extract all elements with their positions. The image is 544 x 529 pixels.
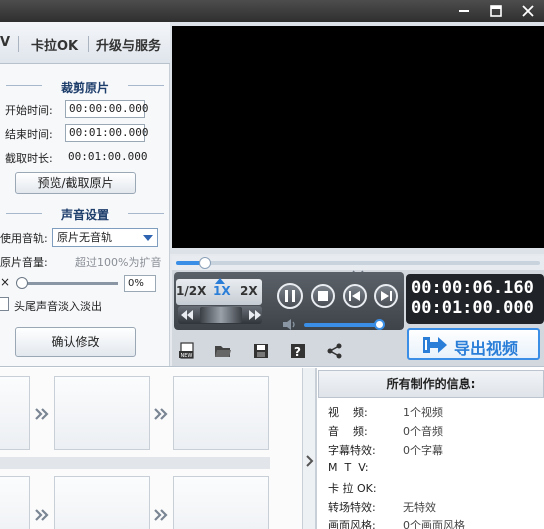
info-label-video: 视 频: <box>328 406 368 419</box>
chevron-right-icon <box>35 408 49 420</box>
save-icon[interactable] <box>252 342 270 360</box>
rewind-icon[interactable] <box>181 310 193 320</box>
seek-track[interactable] <box>176 261 540 265</box>
stop-button[interactable] <box>311 284 335 308</box>
total-time: 00:01:00.000 <box>411 298 534 318</box>
volume-percent-input[interactable]: 0% <box>124 275 156 292</box>
volume-prefix: × <box>0 275 11 289</box>
clip-slot[interactable] <box>173 476 269 529</box>
chevron-right-icon <box>154 408 168 420</box>
player-volume-slider[interactable] <box>304 323 382 327</box>
trim-section-title: 裁剪原片 <box>60 81 109 95</box>
speed-half[interactable]: 1/2X <box>176 284 206 298</box>
seek-handle[interactable] <box>199 257 211 269</box>
divider <box>128 213 164 214</box>
clip-strip <box>0 368 302 529</box>
info-title: 所有制作的信息: <box>318 370 544 398</box>
stop-icon <box>318 291 328 301</box>
start-time-input[interactable]: 00:00:00.000 <box>65 100 148 118</box>
jog-dial[interactable] <box>200 307 242 323</box>
fade-checkbox[interactable] <box>0 297 9 311</box>
clip-slot[interactable] <box>0 476 30 529</box>
share-icon[interactable] <box>326 342 344 360</box>
svg-text:NEW: NEW <box>181 353 193 359</box>
preview-trim-button[interactable]: 预览/截取原片 <box>15 172 136 194</box>
chevron-down-icon <box>143 235 153 241</box>
previous-frame-button[interactable] <box>343 284 367 308</box>
edit-panel: 裁剪原片 开始时间: 00:00:00.000 结束时间: 00:01:00.0… <box>0 64 170 366</box>
speed-double[interactable]: 2X <box>240 284 258 298</box>
player-volume-handle[interactable] <box>374 319 385 330</box>
speed-indicator-icon <box>215 278 225 284</box>
tab-upgrade-service[interactable]: 升级与服务 <box>96 35 161 54</box>
chevron-right-icon[interactable] <box>305 454 314 468</box>
tab-bar: V 卡拉OK 升级与服务 <box>0 22 170 64</box>
minimize-icon[interactable] <box>449 0 479 22</box>
new-icon[interactable]: NEW <box>178 342 196 360</box>
export-icon <box>423 337 447 353</box>
audio-track-select[interactable]: 原片无音轨 <box>52 228 158 247</box>
clip-slot[interactable] <box>54 376 150 450</box>
fast-forward-icon[interactable] <box>249 310 261 320</box>
clip-slot[interactable] <box>0 376 30 450</box>
volume-slider-handle[interactable] <box>16 277 28 289</box>
next-frame-icon <box>381 291 392 301</box>
end-time-input[interactable]: 00:01:00.000 <box>65 124 148 142</box>
info-label-mtv: M T V: <box>328 461 369 474</box>
current-time: 00:00:06.160 <box>411 278 534 298</box>
pause-icon <box>285 290 295 302</box>
title-bar <box>0 0 544 22</box>
audio-track-value: 原片无音轨 <box>57 231 112 244</box>
export-video-button[interactable]: 导出视频 <box>407 328 540 360</box>
tab-mtv[interactable]: V <box>0 35 10 50</box>
audio-track-label: 使用音轨: <box>0 232 48 245</box>
clip-slot[interactable] <box>54 476 150 529</box>
track-divider <box>0 457 270 469</box>
close-icon[interactable] <box>513 0 543 22</box>
volume-label: 原片音量: <box>0 256 48 269</box>
tab-karaoke[interactable]: 卡拉OK <box>31 35 78 54</box>
tab-divider <box>88 36 89 52</box>
speaker-icon[interactable] <box>282 318 298 331</box>
previous-frame-icon <box>349 291 360 301</box>
info-label-audio: 音 频: <box>328 425 368 438</box>
panel-splitter[interactable] <box>302 368 316 529</box>
end-time-label: 结束时间: <box>5 128 53 141</box>
start-time-label: 开始时间: <box>5 104 53 117</box>
info-value-video: 1个视频 <box>403 406 443 419</box>
divider <box>128 85 164 86</box>
tab-divider <box>18 36 19 52</box>
chevron-right-icon <box>154 509 168 521</box>
info-label-subtitle: 字幕特效: <box>328 444 376 457</box>
next-frame-button[interactable] <box>374 284 398 308</box>
duration-label: 截取时长: <box>5 152 53 165</box>
open-folder-icon[interactable] <box>214 342 232 360</box>
video-preview[interactable] <box>172 26 544 248</box>
speed-normal[interactable]: 1X <box>213 284 231 298</box>
pause-button[interactable] <box>277 283 303 309</box>
chevron-right-icon <box>35 509 49 521</box>
info-label-transition: 转场特效: <box>328 501 376 514</box>
app-window: V 卡拉OK 升级与服务 裁剪原片 开始时间: 00:00:00.000 结束时… <box>0 0 544 529</box>
info-label-style: 画面风格: <box>328 519 376 529</box>
volume-slider-track[interactable] <box>18 282 118 285</box>
info-value-transition: 无特效 <box>403 501 436 514</box>
duration-value: 00:01:00.000 <box>68 150 148 163</box>
info-value-audio: 0个音频 <box>403 425 443 438</box>
clip-slot[interactable] <box>173 376 269 450</box>
maximize-icon[interactable] <box>481 0 511 22</box>
confirm-button[interactable]: 确认修改 <box>15 327 136 357</box>
fade-label: 头尾声音淡入淡出 <box>14 300 102 313</box>
help-icon[interactable]: ? <box>289 342 307 360</box>
export-video-label: 导出视频 <box>454 339 519 358</box>
info-label-karaoke: 卡 拉 OK: <box>328 482 377 495</box>
volume-hint: 超过100%为扩音 <box>75 256 162 269</box>
audio-section-title: 声音设置 <box>60 208 109 222</box>
info-value-subtitle: 0个字幕 <box>403 444 443 457</box>
info-value-style: 0个画面风格 <box>403 519 465 529</box>
svg-text:?: ? <box>294 345 301 359</box>
